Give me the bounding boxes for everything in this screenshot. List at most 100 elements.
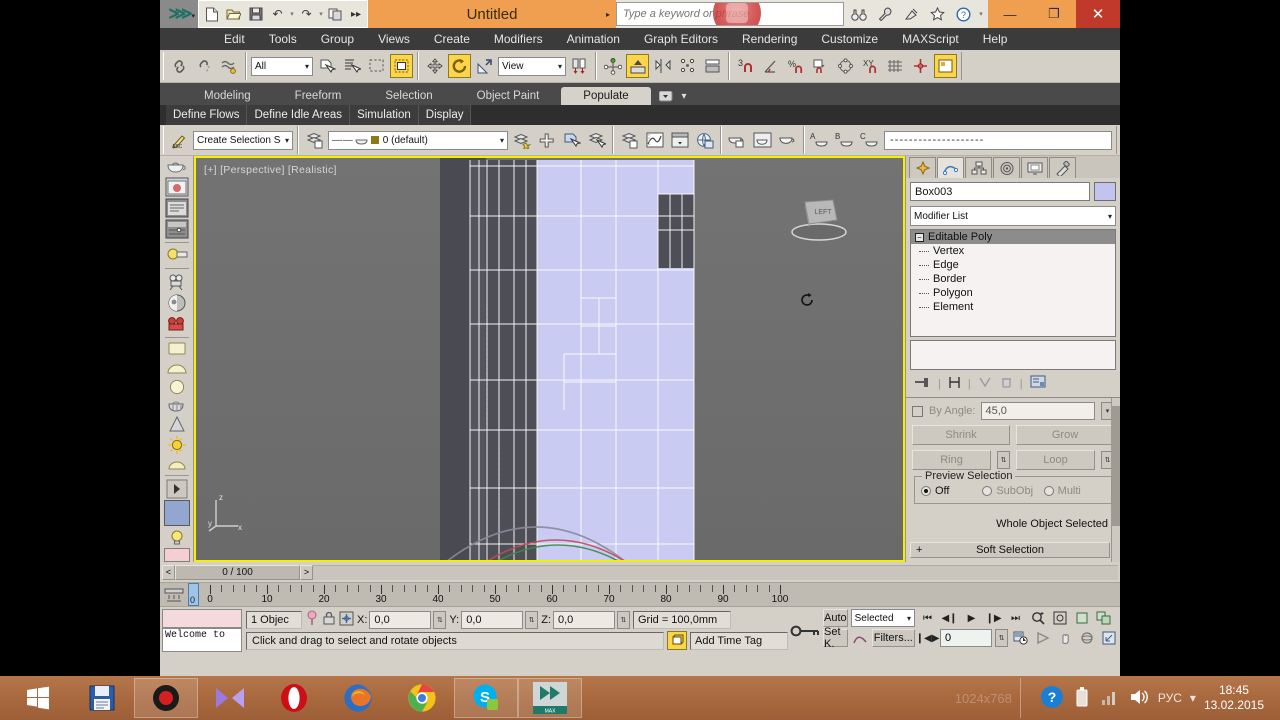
- track-bar-ruler[interactable]: 0 10 20 30 40 50 60 70 80 90 100: [188, 583, 1120, 606]
- maximize-button[interactable]: ❐: [1032, 0, 1076, 28]
- zoom-icon[interactable]: [1028, 609, 1047, 627]
- grid-snap-icon[interactable]: [884, 54, 907, 78]
- render-setup-icon[interactable]: [934, 54, 957, 78]
- compact-material-editor-icon[interactable]: [751, 128, 774, 152]
- selection-set-dropdown[interactable]: Create Selection Se ▾: [193, 130, 293, 150]
- binoculars-icon[interactable]: [848, 3, 870, 25]
- rollout-scroll-thumb[interactable]: [1111, 406, 1120, 526]
- title-dropdown-icon[interactable]: ▸: [606, 10, 610, 19]
- modify-tab-icon[interactable]: [937, 157, 964, 178]
- tray-expand-icon[interactable]: [1019, 678, 1032, 718]
- shrink-button[interactable]: Shrink: [912, 425, 1010, 445]
- close-button[interactable]: ✕: [1076, 0, 1120, 28]
- camera-icon[interactable]: [163, 272, 191, 292]
- mirror-xy-icon[interactable]: XY: [859, 54, 882, 78]
- previous-frame-icon[interactable]: ◀❙: [940, 609, 959, 627]
- cone-primitive-icon[interactable]: [163, 416, 191, 434]
- windows-start-icon[interactable]: [6, 678, 70, 718]
- use-pivot-point-center-icon[interactable]: [568, 54, 591, 78]
- menu-item-rendering[interactable]: Rendering: [730, 32, 809, 46]
- ribbon-tab-modeling[interactable]: Modeling: [182, 87, 273, 105]
- layer-manager-icon[interactable]: [303, 128, 326, 152]
- select-and-rotate-icon[interactable]: [448, 54, 471, 78]
- set-key-button[interactable]: Set K.: [823, 626, 848, 650]
- select-by-name-icon[interactable]: [340, 54, 363, 78]
- render-iterative-icon[interactable]: B: [834, 128, 857, 152]
- configure-modifier-sets-icon[interactable]: [1030, 375, 1046, 392]
- percent-snap-toggle-icon[interactable]: %: [784, 54, 807, 78]
- listener-output-line[interactable]: Welcome to: [162, 628, 242, 652]
- undo-icon[interactable]: ↶: [267, 3, 288, 25]
- sun-icon[interactable]: [163, 435, 191, 455]
- teapot-icon[interactable]: [163, 158, 191, 176]
- light-lister-icon[interactable]: [163, 245, 191, 265]
- ribbon-tab-freeform[interactable]: Freeform: [273, 87, 364, 105]
- redo-icon[interactable]: ↷: [296, 3, 317, 25]
- menu-item-animation[interactable]: Animation: [555, 32, 632, 46]
- zoom-extents-all-icon[interactable]: [1094, 609, 1113, 627]
- preview-option-off[interactable]: Off: [921, 485, 982, 497]
- time-slider-track[interactable]: [313, 564, 1118, 580]
- maximize-viewport-icon[interactable]: [1099, 629, 1118, 647]
- menu-item-maxscript[interactable]: MAXScript: [890, 32, 971, 46]
- tray-help-icon[interactable]: ?: [1040, 685, 1064, 712]
- satellite-icon[interactable]: [900, 3, 922, 25]
- taskbar-clock[interactable]: 18:45 13.02.2015: [1204, 683, 1268, 713]
- add-to-layer-icon[interactable]: [535, 128, 558, 152]
- motion-tab-icon[interactable]: [993, 157, 1020, 178]
- unlink-selection-icon[interactable]: [193, 54, 216, 78]
- perspective-viewport[interactable]: [+] [Perspective] [Realistic] LEFT z x y: [194, 156, 905, 562]
- taskbar-3dsmax-icon[interactable]: MAX: [518, 678, 582, 718]
- tray-network-icon[interactable]: [1100, 687, 1120, 710]
- display-tab-icon[interactable]: [1021, 157, 1048, 178]
- filters-button[interactable]: Filters...: [871, 629, 915, 647]
- soft-selection-rollout-header[interactable]: + Soft Selection: [910, 542, 1110, 558]
- play-icon[interactable]: ▶: [962, 609, 981, 627]
- create-tab-icon[interactable]: [909, 157, 936, 178]
- undo-dropdown-icon[interactable]: ▾: [289, 10, 295, 18]
- manage-layers-icon[interactable]: [618, 128, 641, 152]
- viewport-label[interactable]: [+] [Perspective] [Realistic]: [204, 164, 337, 176]
- rendered-frame-presets-icon[interactable]: [163, 219, 191, 239]
- edit-named-selection-sets-icon[interactable]: ABC: [168, 128, 191, 152]
- remove-modifier-icon[interactable]: [1000, 376, 1013, 392]
- by-angle-checkbox[interactable]: [912, 405, 923, 417]
- angle-snap-toggle-icon[interactable]: [759, 54, 782, 78]
- coord-y-field[interactable]: 0,0: [461, 610, 524, 629]
- viewcube[interactable]: LEFT: [787, 190, 851, 242]
- tray-battery-icon[interactable]: [1072, 686, 1092, 711]
- taskbar-opera-icon[interactable]: [262, 678, 326, 718]
- preview-option-subobj[interactable]: SubObj: [982, 485, 1043, 497]
- sub-object-polygon[interactable]: Polygon: [911, 286, 1115, 300]
- light-bulb-icon[interactable]: [163, 527, 191, 547]
- star-icon[interactable]: [926, 3, 948, 25]
- modifier-stack[interactable]: − Editable Poly Vertex Edge Border Polyg…: [910, 229, 1116, 337]
- modifier-stack-root[interactable]: − Editable Poly: [911, 230, 1115, 244]
- use-selection-center-icon[interactable]: [601, 54, 624, 78]
- by-angle-value[interactable]: 45,0: [981, 402, 1095, 420]
- next-frame-arrow[interactable]: >: [300, 564, 313, 580]
- wrench-icon[interactable]: [874, 3, 896, 25]
- pink-pin-icon[interactable]: [305, 610, 319, 629]
- sub-object-edge[interactable]: Edge: [911, 258, 1115, 272]
- taskbar-chrome-icon[interactable]: [390, 678, 454, 718]
- collapse-icon[interactable]: −: [915, 232, 924, 242]
- new-file-icon[interactable]: [201, 3, 222, 25]
- light-primitive-icon[interactable]: [163, 456, 191, 472]
- select-objects-in-layer-icon[interactable]: [560, 128, 583, 152]
- zoom-all-icon[interactable]: [1050, 609, 1069, 627]
- ribbon-options-icon[interactable]: ▾: [651, 88, 695, 105]
- curve-editor-icon[interactable]: [643, 128, 666, 152]
- prev-frame-arrow[interactable]: <: [162, 564, 175, 580]
- mirror-icon[interactable]: [651, 54, 674, 78]
- modifier-stack-empty-area[interactable]: [910, 340, 1116, 370]
- taskbar-save-icon[interactable]: [70, 678, 134, 718]
- layer-dropdown[interactable]: — — 0 (default) ▾: [328, 130, 508, 150]
- material-name-field[interactable]: - - - - - - - - - - - - - - - - - - - -: [884, 130, 1112, 150]
- ribbon-subtab-define-flows[interactable]: Define Flows: [166, 105, 248, 125]
- select-and-scale-icon[interactable]: [473, 54, 496, 78]
- object-name-field[interactable]: Box003: [910, 182, 1090, 201]
- camera-red-icon[interactable]: [163, 314, 191, 334]
- ribbon-subtab-define-idle-areas[interactable]: Define Idle Areas: [247, 105, 351, 125]
- bind-to-space-warp-icon[interactable]: [218, 54, 241, 78]
